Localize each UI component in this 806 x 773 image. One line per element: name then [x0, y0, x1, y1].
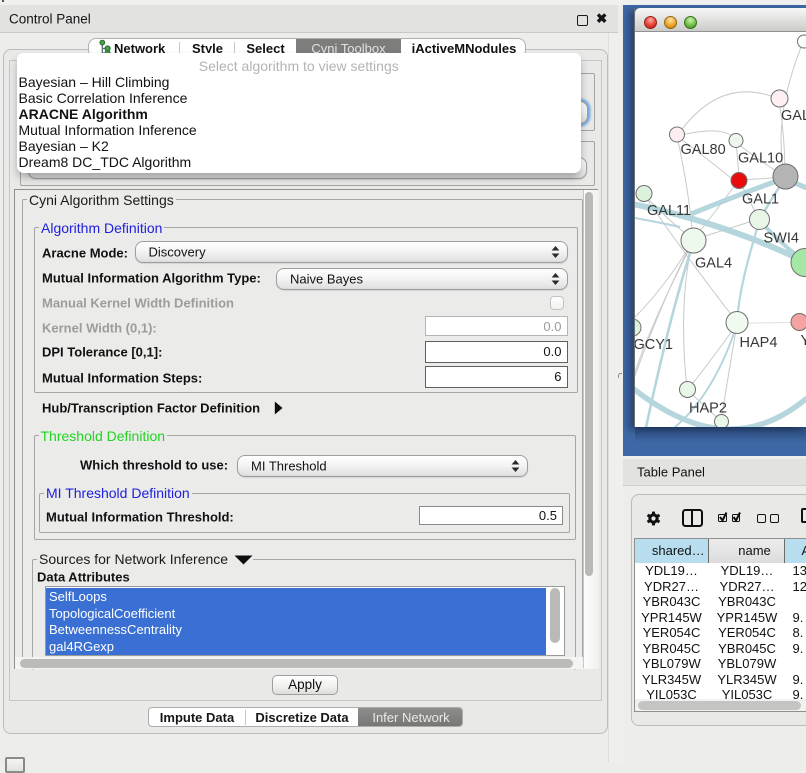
svg-text:GAL80: GAL80	[681, 142, 726, 158]
svg-text:HAP4: HAP4	[740, 335, 778, 351]
svg-text:HAP2: HAP2	[689, 400, 727, 416]
svg-text:GAL11: GAL11	[647, 203, 691, 219]
svg-text:SWI4: SWI4	[764, 230, 799, 246]
svg-text:GAL1: GAL1	[742, 191, 779, 207]
svg-text:GCY1: GCY1	[635, 337, 673, 353]
svg-text:Y: Y	[801, 333, 806, 349]
svg-text:GAL10: GAL10	[738, 150, 783, 166]
svg-text:GAL7: GAL7	[781, 108, 806, 124]
svg-text:GAL4: GAL4	[695, 255, 732, 271]
